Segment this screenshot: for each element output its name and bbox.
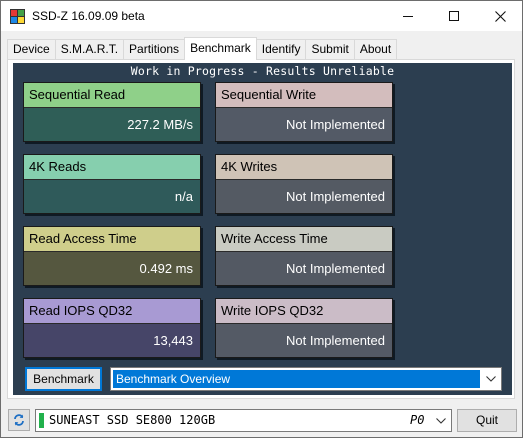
quit-button[interactable]: Quit: [457, 409, 517, 432]
card-label: 4K Reads: [24, 155, 200, 180]
card-value: Not Implemented: [216, 108, 392, 141]
refresh-icon: [14, 414, 24, 426]
drive-select[interactable]: SUNEAST SSD SE800 120GB P0: [35, 409, 452, 432]
close-button[interactable]: [477, 1, 523, 31]
read-access-time-card: Read Access Time 0.492 ms: [23, 226, 201, 286]
sequential-read-card: Sequential Read 227.2 MB/s: [23, 82, 201, 142]
card-label: Sequential Read: [24, 83, 200, 108]
tab-device[interactable]: Device: [7, 39, 56, 60]
card-label: Read IOPS QD32: [24, 299, 200, 324]
warning-banner: Work in Progress - Results Unreliable: [130, 64, 395, 78]
minimize-icon: [403, 15, 413, 17]
write-access-time-card: Write Access Time Not Implemented: [215, 226, 393, 286]
selected-mode: Benchmark Overview: [113, 370, 480, 388]
read-iops-card: Read IOPS QD32 13,443: [23, 298, 201, 358]
refresh-button[interactable]: [8, 409, 30, 431]
app-icon: [10, 9, 25, 24]
card-value: n/a: [24, 180, 200, 213]
tab-benchmark[interactable]: Benchmark: [184, 37, 257, 60]
4k-reads-card: 4K Reads n/a: [23, 154, 201, 214]
tab-identify[interactable]: Identify: [255, 39, 307, 60]
tab-about[interactable]: About: [353, 39, 398, 60]
maximize-icon: [449, 11, 459, 21]
chevron-down-icon[interactable]: [481, 368, 501, 390]
card-value: 13,443: [24, 324, 200, 357]
card-value: 227.2 MB/s: [24, 108, 200, 141]
tab-smart[interactable]: S.M.A.R.T.: [54, 39, 125, 60]
benchmark-mode-select[interactable]: Benchmark Overview: [110, 367, 502, 391]
close-icon: [494, 10, 506, 22]
title-bar[interactable]: SSD-Z 16.09.09 beta: [1, 1, 522, 31]
drive-name: SUNEAST SSD SE800 120GB: [49, 413, 216, 427]
tab-submit[interactable]: Submit: [305, 39, 355, 60]
card-label: Write IOPS QD32: [216, 299, 392, 324]
card-value: Not Implemented: [216, 180, 392, 213]
benchmark-panel: Work in Progress - Results Unreliable Se…: [13, 63, 512, 395]
drive-status-indicator: [39, 413, 44, 428]
card-value: 0.492 ms: [24, 252, 200, 285]
tab-strip: Device S.M.A.R.T. Partitions Benchmark I…: [7, 37, 398, 60]
app-window: SSD-Z 16.09.09 beta Device S.M.A.R.T. Pa…: [0, 0, 523, 438]
card-value: Not Implemented: [216, 324, 392, 357]
write-iops-card: Write IOPS QD32 Not Implemented: [215, 298, 393, 358]
chevron-down-icon[interactable]: [431, 410, 451, 431]
4k-writes-card: 4K Writes Not Implemented: [215, 154, 393, 214]
minimize-button[interactable]: [385, 1, 431, 31]
card-label: Sequential Write: [216, 83, 392, 108]
card-label: Write Access Time: [216, 227, 392, 252]
drive-port: P0: [410, 413, 425, 427]
card-label: 4K Writes: [216, 155, 392, 180]
maximize-button[interactable]: [431, 1, 477, 31]
sequential-write-card: Sequential Write Not Implemented: [215, 82, 393, 142]
card-label: Read Access Time: [24, 227, 200, 252]
tab-partitions[interactable]: Partitions: [123, 39, 186, 60]
benchmark-button[interactable]: Benchmark: [25, 367, 102, 391]
window-title: SSD-Z 16.09.09 beta: [32, 9, 145, 23]
card-value: Not Implemented: [216, 252, 392, 285]
